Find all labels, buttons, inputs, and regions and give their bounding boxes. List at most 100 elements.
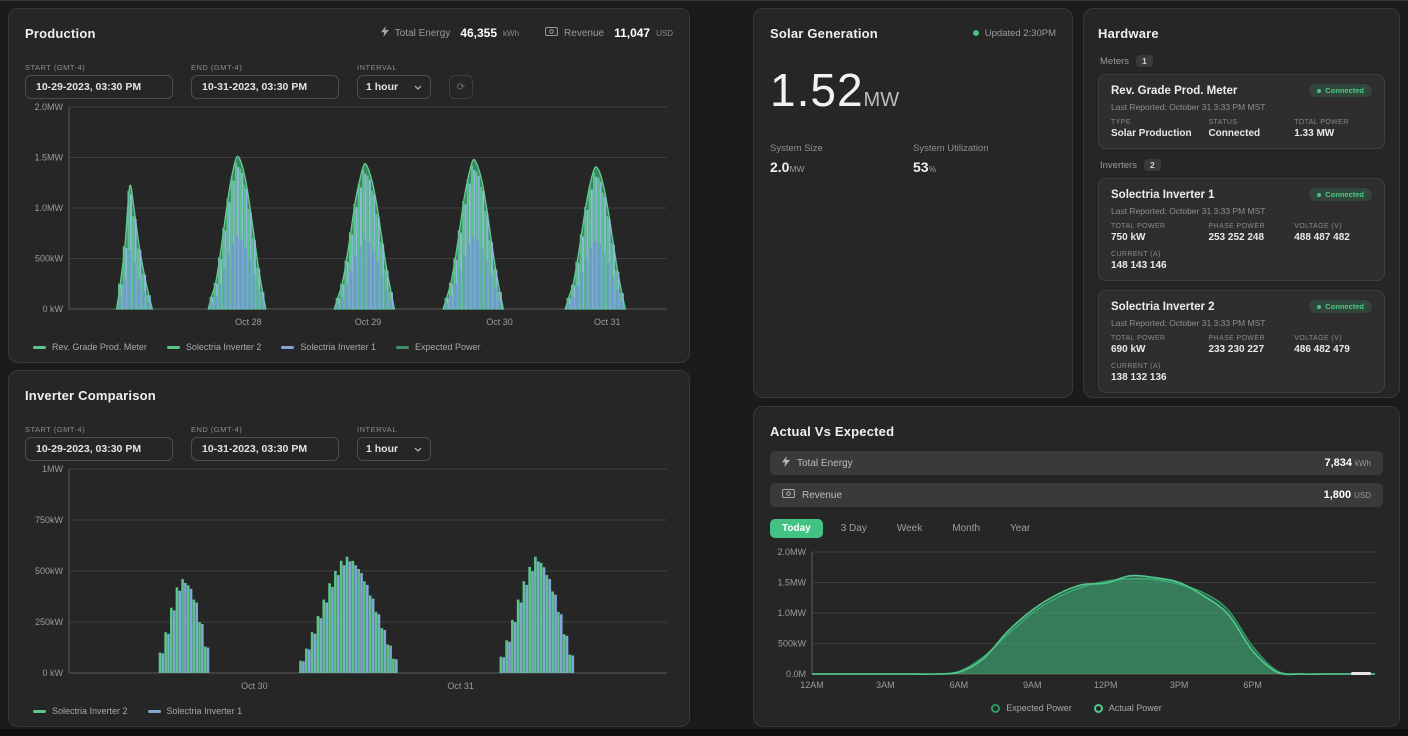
field-label: PHASE POWER <box>1208 223 1286 230</box>
inverters-label: Inverters <box>1100 160 1137 171</box>
legend-item[interactable]: Solectria Inverter 1 <box>281 342 376 352</box>
tab-today[interactable]: Today <box>770 519 823 538</box>
connected-status-badge: Connected <box>1309 300 1372 313</box>
legend-item-label: Expected Power <box>1006 703 1072 713</box>
tab-year[interactable]: Year <box>998 519 1042 538</box>
comparison-legend: Solectria Inverter 2 Solectria Inverter 1 <box>25 706 673 716</box>
svg-text:2.0MW: 2.0MW <box>777 547 806 557</box>
field-label: VOLTAGE (V) <box>1294 335 1372 342</box>
summary-value-text: 7,834 <box>1324 457 1352 469</box>
svg-text:1MW: 1MW <box>42 464 64 474</box>
field-value: Connected <box>1208 128 1286 139</box>
system-utilization-label: System Utilization <box>913 143 1056 154</box>
revenue-label: Revenue <box>564 28 604 39</box>
legend-item-label: Actual Power <box>1109 703 1162 713</box>
interval-value: 1 hour <box>366 443 398 455</box>
chevron-down-icon <box>414 443 422 455</box>
field-value: 690 kW <box>1111 344 1200 355</box>
hardware-card: Solectria Inverter 1ConnectedLast Report… <box>1098 178 1385 281</box>
start-date-input[interactable] <box>25 437 173 461</box>
summary-row-value: 1,800USD <box>1324 489 1371 501</box>
production-chart: 2.0MW1.5MW1.0MW500kW0 kWOct 28Oct 29Oct … <box>25 99 675 333</box>
field-value: 750 kW <box>1111 232 1200 243</box>
updated-status: Updated 2:30PM <box>973 28 1056 39</box>
field-value: 148 143 146 <box>1111 260 1200 271</box>
legend-item[interactable]: Actual Power <box>1094 703 1162 713</box>
inverters-count-badge: 2 <box>1144 159 1161 171</box>
legend-item[interactable]: Expected Power <box>396 342 481 352</box>
legend-dash-icon <box>33 346 46 349</box>
summary-value-text: 1,800 <box>1324 489 1352 501</box>
svg-text:Oct 29: Oct 29 <box>355 317 382 327</box>
field-value: Solar Production <box>1111 128 1200 139</box>
tab-week[interactable]: Week <box>885 519 934 538</box>
production-legend: Rev. Grade Prod. Meter Solectria Inverter… <box>25 342 673 352</box>
system-utilization-stat: System Utilization 53% <box>913 143 1056 175</box>
status-label: Connected <box>1325 190 1364 199</box>
hardware-field: VOLTAGE (V)486 482 479 <box>1294 335 1372 355</box>
summary-value-unit: kWh <box>1355 459 1371 468</box>
meters-section-header: Meters 1 <box>1100 55 1385 67</box>
last-reported-text: Last Reported: October 31 3:33 PM MST <box>1111 102 1372 112</box>
summary-row-label: Revenue <box>782 489 842 501</box>
hardware-card: Rev. Grade Prod. Meter Connected Last Repo… <box>1098 74 1385 149</box>
svg-text:Oct 31: Oct 31 <box>447 681 474 691</box>
refresh-button[interactable]: ⟳ <box>449 75 473 99</box>
hardware-field: CURRENT (A)138 132 136 <box>1111 363 1200 383</box>
system-utilization-value: 53 <box>913 159 929 175</box>
interval-select[interactable]: 1 hour <box>357 437 431 461</box>
svg-text:0 kW: 0 kW <box>42 668 63 678</box>
interval-label: INTERVAL <box>357 63 431 72</box>
production-panel: Production Total Energy 46,355 kWh Reven… <box>8 8 690 363</box>
svg-text:9AM: 9AM <box>1023 680 1042 690</box>
production-title: Production <box>25 26 96 41</box>
connected-status-badge: Connected <box>1309 188 1372 201</box>
hardware-field: TOTAL POWER690 kW <box>1111 335 1200 355</box>
legend-dash-icon <box>281 346 294 349</box>
legend-item[interactable]: Solectria Inverter 1 <box>148 706 243 716</box>
end-date-input[interactable] <box>191 437 339 461</box>
tab-month[interactable]: Month <box>940 519 992 538</box>
field-label: TOTAL POWER <box>1294 119 1372 126</box>
actual-vs-expected-title: Actual Vs Expected <box>770 424 894 439</box>
svg-text:750kW: 750kW <box>35 515 64 525</box>
legend-item-label: Expected Power <box>415 342 481 352</box>
legend-ring-icon <box>1094 704 1103 713</box>
summary-label-text: Total Energy <box>797 458 853 469</box>
end-date-input[interactable] <box>191 75 339 99</box>
connected-status-badge: Connected <box>1309 84 1372 97</box>
chevron-down-icon <box>414 81 422 93</box>
hardware-card: Solectria Inverter 2ConnectedLast Report… <box>1098 290 1385 393</box>
svg-text:2.0MW: 2.0MW <box>34 102 63 112</box>
start-date-label: START (GMT-4) <box>25 425 173 434</box>
total-energy-value: 46,355 <box>460 26 497 40</box>
lightning-icon <box>381 26 389 40</box>
start-date-input[interactable] <box>25 75 173 99</box>
meters-label: Meters <box>1100 56 1129 67</box>
field-value: 253 252 248 <box>1208 232 1286 243</box>
current-generation-unit: MW <box>864 89 900 111</box>
svg-text:6AM: 6AM <box>950 680 969 690</box>
field-value: 1.33 MW <box>1294 128 1372 139</box>
svg-text:1.5MW: 1.5MW <box>34 153 63 163</box>
hardware-fields: TOTAL POWER690 kWPHASE POWER233 230 227V… <box>1111 335 1372 383</box>
end-date-label: END (GMT-4) <box>191 425 339 434</box>
legend-item[interactable]: Rev. Grade Prod. Meter <box>33 342 147 352</box>
hardware-field: PHASE POWER 253 252 248 <box>1208 223 1286 243</box>
hardware-field: CURRENT (A)148 143 146 <box>1111 251 1200 271</box>
last-reported-text: Last Reported: October 31 3:33 PM MST <box>1111 318 1372 328</box>
summary-row-label: Total Energy <box>782 456 853 470</box>
legend-item[interactable]: Solectria Inverter 2 <box>33 706 128 716</box>
hardware-field: TOTAL POWER750 kW <box>1111 223 1200 243</box>
legend-item[interactable]: Solectria Inverter 2 <box>167 342 262 352</box>
hardware-name: Rev. Grade Prod. Meter <box>1111 85 1237 97</box>
status-label: Connected <box>1325 302 1364 311</box>
interval-select[interactable]: 1 hour <box>357 75 431 99</box>
svg-text:3AM: 3AM <box>876 680 895 690</box>
tab-3-day[interactable]: 3 Day <box>829 519 879 538</box>
inverters-card-list: Solectria Inverter 1ConnectedLast Report… <box>1098 178 1385 393</box>
hardware-field: STATUSConnected <box>1208 119 1286 139</box>
legend-item-label: Solectria Inverter 2 <box>52 706 128 716</box>
total-energy-stat: Total Energy 46,355 kWh <box>381 26 519 40</box>
legend-item[interactable]: Expected Power <box>991 703 1072 713</box>
